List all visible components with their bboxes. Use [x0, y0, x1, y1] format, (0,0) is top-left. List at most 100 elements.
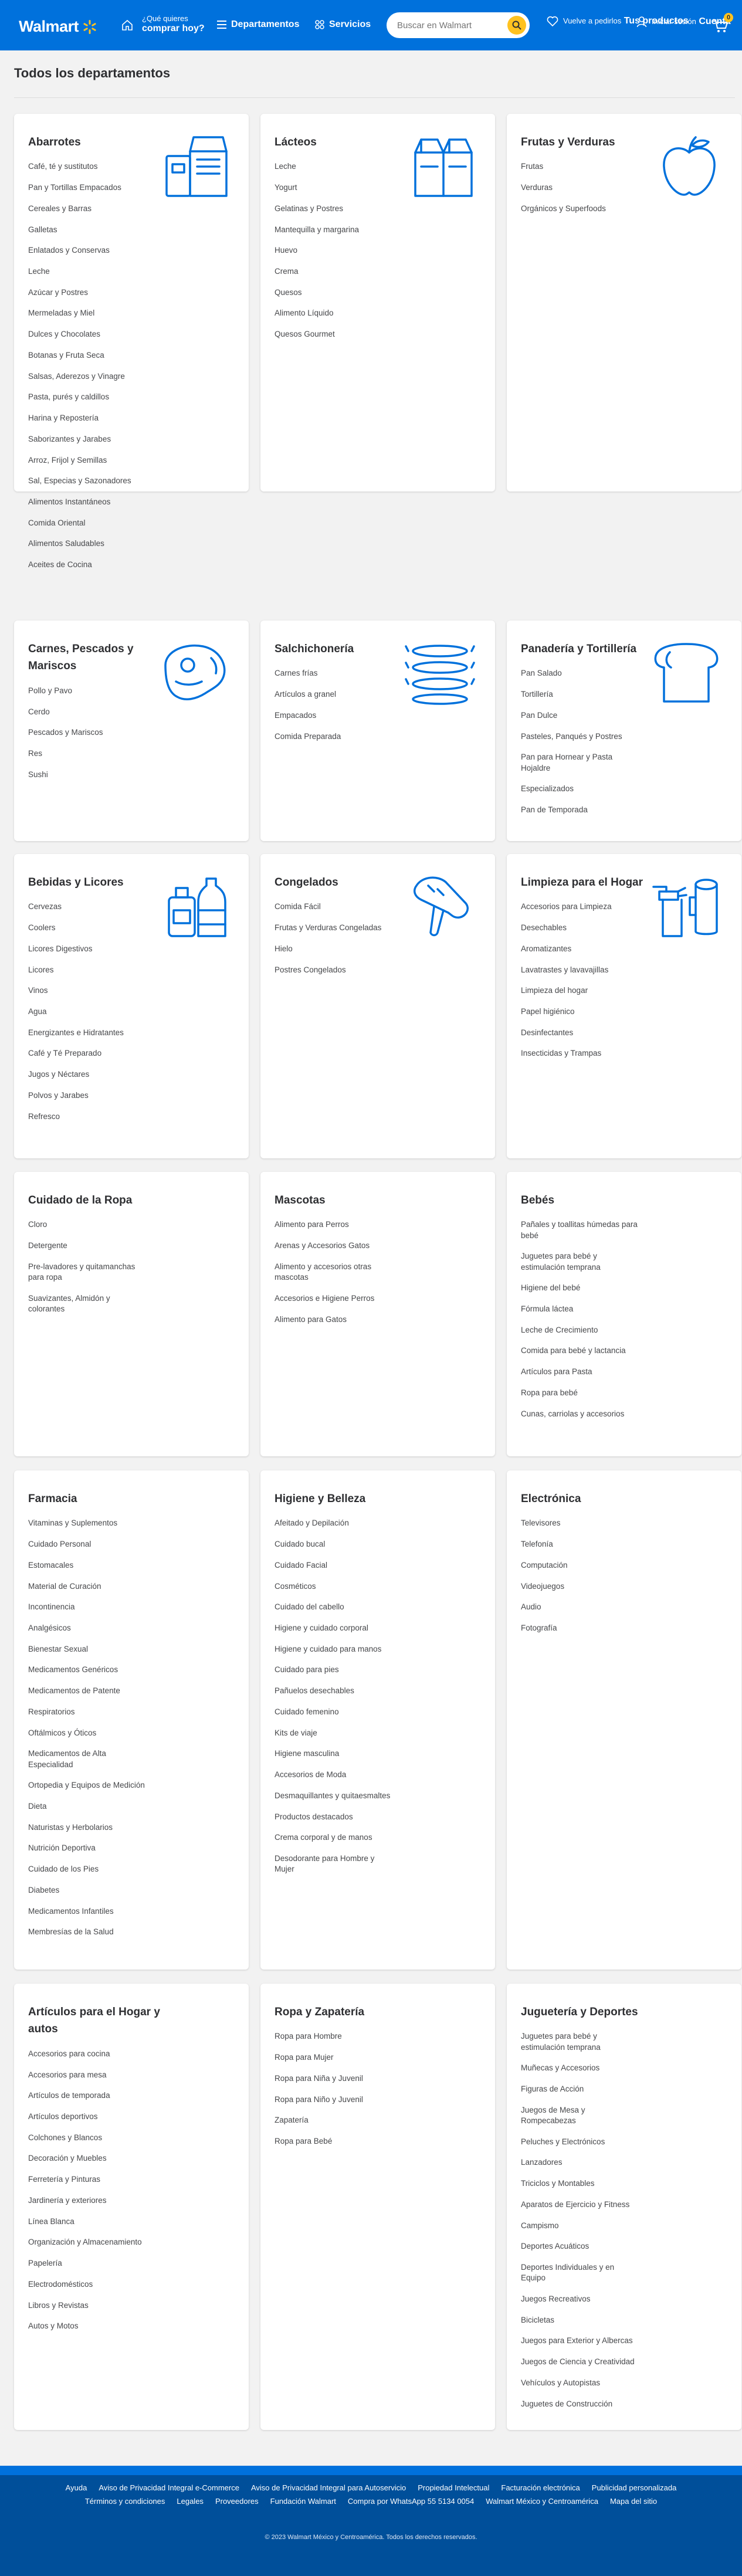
category-link[interactable]: Afeitado y Depilación: [275, 1518, 392, 1528]
department-title[interactable]: Juguetería y Deportes: [521, 2004, 668, 2021]
category-link[interactable]: Leche de Crecimiento: [521, 1325, 638, 1336]
pickup-selector[interactable]: ¿Qué quieres comprar hoy?: [142, 14, 205, 34]
department-title[interactable]: Ropa y Zapatería: [275, 2004, 421, 2021]
footer-link[interactable]: Proveedores: [215, 2497, 259, 2506]
category-link[interactable]: Especializados: [521, 784, 638, 794]
department-title[interactable]: Lácteos: [275, 134, 421, 151]
footer-link[interactable]: Facturación electrónica: [501, 2483, 580, 2492]
category-link[interactable]: Alimento y accesorios otras mascotas: [275, 1262, 392, 1283]
category-link[interactable]: Lavatrastes y lavavajillas: [521, 965, 638, 975]
category-link[interactable]: Pañuelos desechables: [275, 1686, 392, 1696]
category-link[interactable]: Licores: [28, 965, 145, 975]
category-link[interactable]: Quesos: [275, 287, 392, 298]
category-link[interactable]: Azúcar y Postres: [28, 287, 145, 298]
category-link[interactable]: Arroz, Frijol y Semillas: [28, 455, 145, 466]
category-link[interactable]: Harina y Repostería: [28, 413, 145, 423]
category-link[interactable]: Saborizantes y Jarabes: [28, 434, 145, 445]
category-link[interactable]: Galletas: [28, 225, 145, 235]
category-link[interactable]: Cuidado bucal: [275, 1539, 392, 1550]
category-link[interactable]: Pasteles, Panqués y Postres: [521, 731, 638, 742]
category-link[interactable]: Suavizantes, Almidón y colorantes: [28, 1293, 145, 1314]
category-link[interactable]: Ropa para Hombre: [275, 2031, 392, 2042]
category-link[interactable]: Accesorios de Moda: [275, 1770, 392, 1780]
category-link[interactable]: Audio: [521, 1602, 638, 1612]
category-link[interactable]: Desechables: [521, 923, 638, 933]
departments-menu-button[interactable]: Departamentos: [217, 19, 299, 30]
category-link[interactable]: Juguetes de Construcción: [521, 2399, 638, 2409]
category-link[interactable]: Accesorios para mesa: [28, 2070, 145, 2080]
category-link[interactable]: Vitaminas y Suplementos: [28, 1518, 145, 1528]
category-link[interactable]: Cereales y Barras: [28, 204, 145, 214]
category-link[interactable]: Autos y Motos: [28, 2321, 145, 2331]
category-link[interactable]: Medicamentos Genéricos: [28, 1665, 145, 1675]
category-link[interactable]: Organización y Almacenamiento: [28, 2237, 145, 2248]
category-link[interactable]: Café y Té Preparado: [28, 1048, 145, 1059]
category-link[interactable]: Nutrición Deportiva: [28, 1843, 145, 1853]
category-link[interactable]: Enlatados y Conservas: [28, 245, 145, 256]
category-link[interactable]: Arenas y Accesorios Gatos: [275, 1240, 392, 1251]
category-link[interactable]: Figuras de Acción: [521, 2084, 638, 2094]
category-link[interactable]: Dulces y Chocolates: [28, 329, 145, 340]
category-link[interactable]: Pre-lavadores y quitamanchas para ropa: [28, 1262, 145, 1283]
footer-link[interactable]: Propiedad Intelectual: [418, 2483, 489, 2492]
category-link[interactable]: Hielo: [275, 944, 392, 954]
category-link[interactable]: Aromatizantes: [521, 944, 638, 954]
category-link[interactable]: Juguetes para bebé y estimulación tempra…: [521, 1251, 638, 1272]
category-link[interactable]: Decoración y Muebles: [28, 2153, 145, 2164]
footer-link[interactable]: Fundación Walmart: [270, 2497, 336, 2506]
category-link[interactable]: Ropa para Niño y Juvenil: [275, 2094, 392, 2105]
footer-link[interactable]: Mapa del sitio: [610, 2497, 657, 2506]
category-link[interactable]: Yogurt: [275, 182, 392, 193]
category-link[interactable]: Mermeladas y Miel: [28, 308, 145, 318]
category-link[interactable]: Comida Preparada: [275, 731, 392, 742]
category-link[interactable]: Insecticidas y Trampas: [521, 1048, 638, 1059]
category-link[interactable]: Fórmula láctea: [521, 1304, 638, 1314]
department-title[interactable]: Cuidado de la Ropa: [28, 1192, 175, 1209]
category-link[interactable]: Higiene masculina: [275, 1748, 392, 1759]
category-link[interactable]: Higiene y cuidado para manos: [275, 1644, 392, 1655]
category-link[interactable]: Oftálmicos y Óticos: [28, 1728, 145, 1738]
cart-button[interactable]: 0: [712, 13, 733, 35]
category-link[interactable]: Comida para bebé y lactancia: [521, 1345, 638, 1356]
category-link[interactable]: Naturistas y Herbolarios: [28, 1822, 145, 1833]
category-link[interactable]: Lanzadores: [521, 2157, 638, 2168]
category-link[interactable]: Televisores: [521, 1518, 638, 1528]
category-link[interactable]: Línea Blanca: [28, 2216, 145, 2227]
department-title[interactable]: Bebés: [521, 1192, 668, 1209]
walmart-logo[interactable]: Walmart: [19, 18, 97, 36]
category-link[interactable]: Peluches y Electrónicos: [521, 2137, 638, 2147]
category-link[interactable]: Electrodomésticos: [28, 2279, 145, 2290]
category-link[interactable]: Deportes Acuáticos: [521, 2241, 638, 2252]
category-link[interactable]: Alimentos Instantáneos: [28, 497, 145, 507]
department-title[interactable]: Abarrotes: [28, 134, 175, 151]
category-link[interactable]: Aceites de Cocina: [28, 560, 145, 570]
category-link[interactable]: Cuidado de los Pies: [28, 1864, 145, 1875]
category-link[interactable]: Medicamentos de Patente: [28, 1686, 145, 1696]
category-link[interactable]: Cuidado Facial: [275, 1560, 392, 1571]
category-link[interactable]: Estomacales: [28, 1560, 145, 1571]
category-link[interactable]: Verduras: [521, 182, 638, 193]
category-link[interactable]: Licores Digestivos: [28, 944, 145, 954]
category-link[interactable]: Videojuegos: [521, 1581, 638, 1592]
category-link[interactable]: Pasta, purés y caldillos: [28, 392, 145, 402]
category-link[interactable]: Comida Oriental: [28, 518, 145, 528]
category-link[interactable]: Crema: [275, 266, 392, 277]
department-title[interactable]: Frutas y Verduras: [521, 134, 668, 151]
category-link[interactable]: Frutas y Verduras Congeladas: [275, 923, 392, 933]
department-title[interactable]: Salchichonería: [275, 640, 421, 657]
category-link[interactable]: Cloro: [28, 1219, 145, 1230]
category-link[interactable]: Respiratorios: [28, 1707, 145, 1717]
category-link[interactable]: Sushi: [28, 770, 145, 780]
category-link[interactable]: Cuidado del cabello: [275, 1602, 392, 1612]
category-link[interactable]: Vinos: [28, 985, 145, 996]
home-icon[interactable]: [121, 19, 134, 32]
category-link[interactable]: Medicamentos de Alta Especialidad: [28, 1748, 145, 1770]
category-link[interactable]: Jardinería y exteriores: [28, 2195, 145, 2206]
category-link[interactable]: Gelatinas y Postres: [275, 204, 392, 214]
category-link[interactable]: Higiene y cuidado corporal: [275, 1623, 392, 1633]
category-link[interactable]: Ropa para Mujer: [275, 2052, 392, 2063]
category-link[interactable]: Tortillería: [521, 689, 638, 700]
category-link[interactable]: Café, té y sustitutos: [28, 161, 145, 172]
footer-link[interactable]: Aviso de Privacidad Integral e-Commerce: [99, 2483, 239, 2492]
category-link[interactable]: Bienestar Sexual: [28, 1644, 145, 1655]
